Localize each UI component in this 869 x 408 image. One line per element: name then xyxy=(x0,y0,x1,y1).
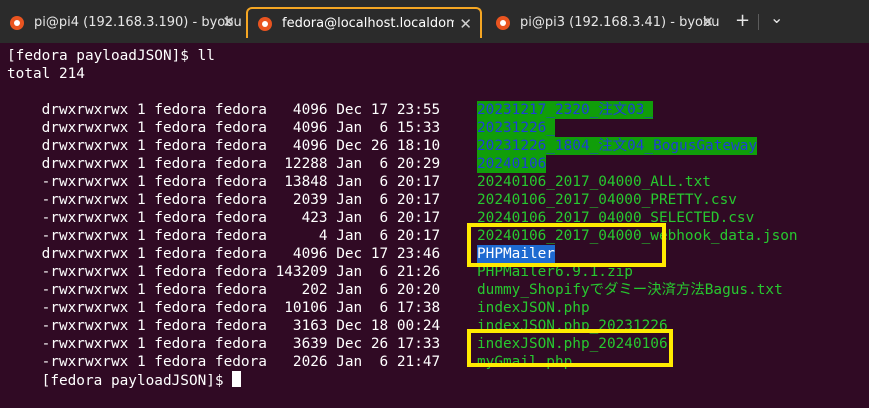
listing-row: -rwxrwxrwx 1 fedora fedora 143209 Jan 6 … xyxy=(7,245,633,280)
listing-row: -rwxrwxrwx 1 fedora fedora 4 Jan 6 20:17… xyxy=(7,209,798,244)
prompt-line: [fedora payloadJSON]$ xyxy=(7,353,242,389)
listing-row: -rwxrwxrwx 1 fedora fedora 2026 Jan 6 21… xyxy=(7,335,573,370)
close-icon[interactable]: ✕ xyxy=(222,13,235,31)
new-tab-button[interactable]: + xyxy=(735,10,750,31)
listing-row: -rwxrwxrwx 1 fedora fedora 202 Jan 6 20:… xyxy=(7,263,783,298)
prompt-text: [fedora payloadJSON]$ xyxy=(41,373,233,389)
listing-row: -rwxrwxrwx 1 fedora fedora 3163 Dec 18 0… xyxy=(7,299,668,334)
ubuntu-icon xyxy=(10,15,24,30)
tab-label: fedora@localhost.localdomain xyxy=(282,16,454,31)
tab-pi3[interactable]: pi@pi3 (192.168.3.41) - byobu ✕ xyxy=(486,7,722,38)
row-name: 20240106_2017_04000_ALL.txt xyxy=(477,174,711,190)
ubuntu-icon xyxy=(496,15,510,30)
highlight-box xyxy=(467,223,666,267)
total-line: total 214 xyxy=(7,66,85,82)
listing-row: -rwxrwxrwx 1 fedora fedora 10106 Jan 6 1… xyxy=(7,281,590,316)
listing-row: drwxrwxrwx 1 fedora fedora 4096 Jan 6 15… xyxy=(7,101,555,137)
row-name: 20231217_2320_注文03_ xyxy=(477,101,654,119)
tab-pi4[interactable]: pi@pi4 (192.168.3.190) - byobu ✕ xyxy=(0,7,243,38)
chevron-down-icon[interactable]: ⌄ xyxy=(770,8,783,27)
tab-bar: pi@pi4 (192.168.3.190) - byobu ✕ fedora@… xyxy=(0,0,869,43)
listing-row: drwxrwxrwx 1 fedora fedora 4096 Dec 17 2… xyxy=(7,227,555,263)
listing-row: -rwxrwxrwx 1 fedora fedora 2039 Jan 6 20… xyxy=(7,173,737,208)
ubuntu-icon xyxy=(258,16,272,31)
tab-divider xyxy=(758,14,759,30)
highlight-box xyxy=(467,329,673,367)
listing-row: -rwxrwxrwx 1 fedora fedora 3639 Dec 26 1… xyxy=(7,317,668,352)
row-name: 20231226_1804_注文04_BogusGateway xyxy=(477,137,758,155)
tab-label: pi@pi4 (192.168.3.190) - byobu xyxy=(34,15,242,30)
row-name: indexJSON.php xyxy=(477,300,590,316)
prompt-line: [fedora payloadJSON]$ ll xyxy=(7,48,215,64)
row-name: 20231226_ xyxy=(477,119,555,137)
listing-row: -rwxrwxrwx 1 fedora fedora 13848 Jan 6 2… xyxy=(7,155,711,190)
close-icon[interactable]: ✕ xyxy=(701,13,714,31)
row-name: 20240106_2017_04000_PRETTY.csv xyxy=(477,192,737,208)
listing-row: drwxrwxrwx 1 fedora fedora 12288 Jan 6 2… xyxy=(7,137,547,173)
tab-fedora[interactable]: fedora@localhost.localdomain ✕ xyxy=(246,7,482,38)
tab-label: pi@pi3 (192.168.3.41) - byobu xyxy=(520,15,720,30)
listing-row: drwxrwxrwx 1 fedora fedora 4096 Dec 26 1… xyxy=(7,119,758,155)
terminal-area[interactable]: [fedora payloadJSON]$ ll total 214 drwxr… xyxy=(0,43,869,389)
row-name: dummy_Shopifyでダミー決済方法Bagus.txt xyxy=(477,282,783,298)
row-name: 20240106 xyxy=(477,155,547,173)
close-icon[interactable]: ✕ xyxy=(459,15,472,33)
listing-row: drwxrwxrwx 1 fedora fedora 4096 Dec 17 2… xyxy=(7,83,654,119)
text-cursor xyxy=(232,371,242,387)
listing-row: -rwxrwxrwx 1 fedora fedora 423 Jan 6 20:… xyxy=(7,191,755,226)
